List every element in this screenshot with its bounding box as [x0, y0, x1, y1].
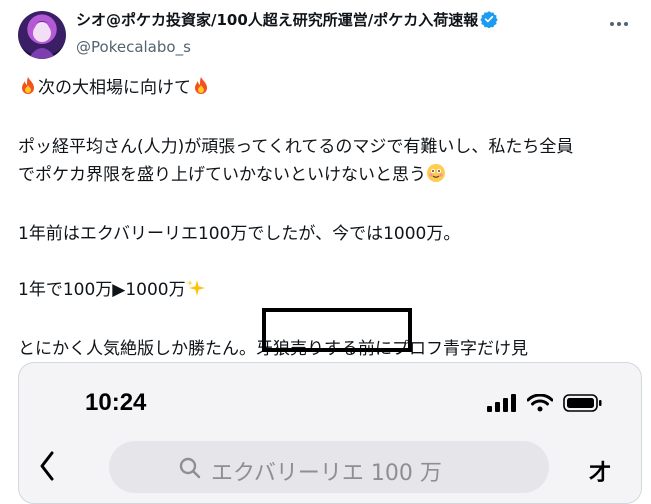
search-icon — [179, 457, 201, 483]
back-chevron-icon[interactable] — [39, 451, 55, 485]
fire-emoji-icon — [191, 76, 211, 105]
post-line-2: ポッ経平均さん(人力)が頑張ってくれてるのマジで有難いし、私たち全員 — [18, 137, 574, 157]
more-options-icon[interactable] — [604, 14, 634, 34]
avatar[interactable] — [18, 11, 66, 59]
display-name-text[interactable]: シオ@ポケカ投資家/100人超え研究所運営/ポケカ入荷速報 — [76, 11, 478, 29]
user-handle[interactable]: @Pokecalabo_s — [76, 37, 498, 57]
post-line-3-text: でポケカ界限を盛り上げていかないといけないと思う — [18, 165, 426, 185]
status-icons — [487, 393, 603, 417]
sparkles-emoji-icon — [186, 278, 206, 307]
post-line-1: 次の大相場に向けて — [18, 74, 638, 105]
post-line-3: でポケカ界限を盛り上げていかないといけないと思う — [18, 161, 638, 192]
display-name[interactable]: シオ@ポケカ投資家/100人超え研究所運営/ポケカ入荷速報 — [76, 10, 498, 33]
post-line-5-text: 1年で100万▶1000万 — [18, 280, 186, 300]
filter-button[interactable]: 才 — [589, 455, 611, 487]
verified-badge-icon — [480, 10, 498, 33]
phone-time: 10:24 — [85, 389, 147, 416]
post-line-1-text: 次の大相場に向けて — [38, 78, 191, 98]
search-input[interactable]: エクバリーリエ 100 万 — [109, 441, 549, 493]
search-query: エクバリーリエ 100 万 — [211, 461, 442, 486]
fire-emoji-icon — [18, 76, 38, 105]
search-row: エクバリーリエ 100 万 才 — [19, 441, 641, 501]
post-header: シオ@ポケカ投資家/100人超え研究所運営/ポケカ入荷速報 @Pokecalab… — [16, 8, 636, 60]
highlight-box — [262, 308, 412, 352]
smiling-face-emoji-icon — [426, 163, 446, 192]
post-line-5: 1年で100万▶1000万 — [18, 276, 638, 307]
embedded-screenshot[interactable]: 10:24 エクバリーリエ 100 万 才 — [18, 362, 642, 504]
post-line-4: 1年前はエクバリーリエ100万でしたが、今では1000万。 — [18, 224, 461, 244]
phone-status-bar: 10:24 — [19, 363, 641, 433]
signal-icon — [487, 394, 517, 416]
post-line-6-pre: とにかく人気絶版しか勝たん。 — [18, 339, 256, 359]
wifi-icon — [526, 393, 554, 416]
battery-icon — [563, 393, 603, 417]
